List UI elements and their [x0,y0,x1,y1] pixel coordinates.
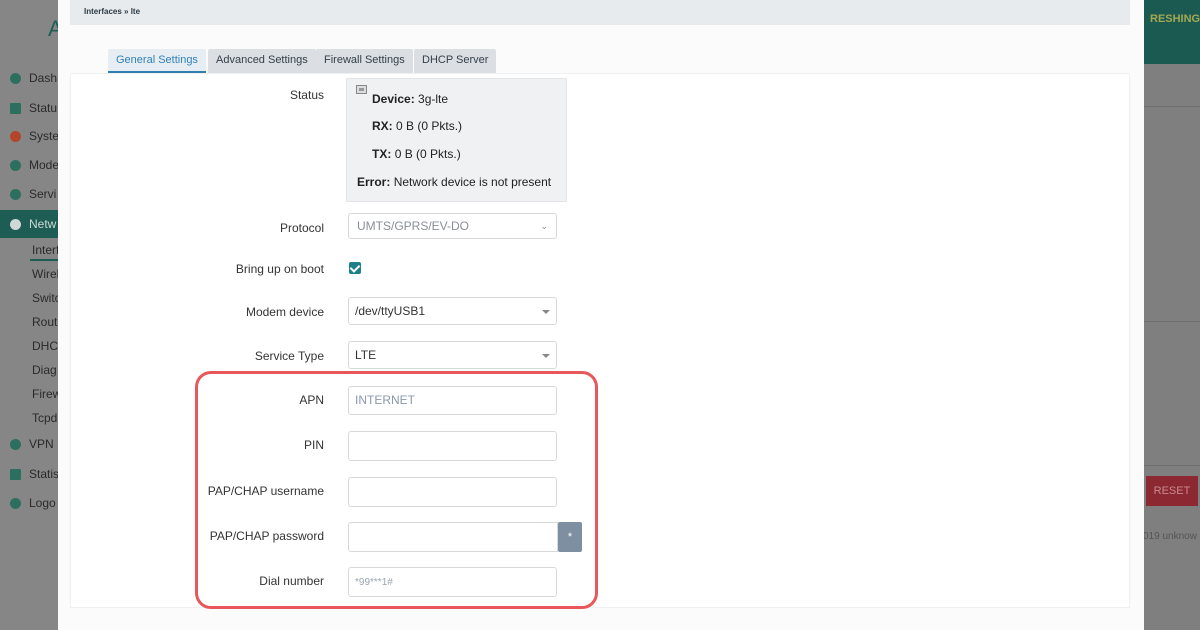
service-type-select[interactable]: LTE [348,341,557,369]
background-nav-services: Servi [10,187,56,201]
username-input[interactable] [348,477,557,507]
background-divider [1144,106,1200,107]
status-device: Device: 3g-lte [372,92,449,106]
background-nav-network: Netw [10,217,56,231]
background-nav-status: Statu [10,101,57,115]
background-nav-logout: Logo [10,496,56,510]
status-error: Error: Network device is not present [357,175,552,189]
dial-number-placeholder: *99***1# [355,577,393,588]
interface-edit-modal: Interfaces » lte General Settings Advanc… [58,0,1144,630]
background-refresh-label: RESHING [1150,13,1200,25]
network-device-icon [356,85,367,94]
background-subnav-wireless: Wirel [32,267,60,281]
modem-device-select[interactable]: /dev/ttyUSB1 [348,297,557,325]
password-label: PAP/CHAP password [209,529,324,543]
background-reset-button: RESET [1146,476,1198,506]
username-label: PAP/CHAP username [207,484,324,498]
status-rx: RX: 0 B (0 Pkts.) [372,119,463,133]
tab-dhcp-server[interactable]: DHCP Server [414,49,497,73]
background-subnav-switch: Switc [32,291,61,305]
background-subnav-diagnostics: Diag [32,363,57,377]
dial-number-input[interactable]: *99***1# [348,567,557,597]
background-subnav-underline [30,259,58,261]
status-tx: TX: 0 B (0 Pkts.) [372,147,461,161]
settings-panel [70,73,1130,608]
tab-general-settings[interactable]: General Settings [108,49,206,73]
protocol-label: Protocol [279,221,324,235]
breadcrumb: Interfaces » lte [84,7,141,16]
dropdown-arrow-icon [542,354,550,358]
background-nav-vpn: VPN [10,437,54,451]
chevron-down-icon: ⌄ [540,221,548,231]
apn-placeholder: INTERNET [355,393,415,407]
background-nav-modem: Mode [10,158,59,172]
background-nav-dashboard: Dash [10,71,57,85]
modal-header: Interfaces » lte [70,0,1130,25]
service-label: Service Type [254,349,324,363]
protocol-value: UMTS/GPRS/EV-DO [357,219,470,233]
background-subnav-routes: Rout [32,315,58,329]
status-box: Device: 3g-lte RX: 0 B (0 Pkts.) TX: 0 B… [346,78,567,202]
status-label: Status [289,88,324,102]
background-right-header [1144,0,1200,64]
boot-checkbox[interactable] [349,262,361,274]
background-subnav-firewall: Firew [32,387,62,401]
background-copyright: 019 unknow [1143,531,1197,542]
modem-device-value: /dev/ttyUSB1 [355,304,426,318]
background-subnav-dhcp: DHC [32,339,58,353]
background-subnav-interfaces: Interf [32,243,60,257]
background-divider [1144,321,1200,322]
service-type-value: LTE [355,348,377,362]
background-subnav-tcpdump: Tcpd [32,411,58,425]
dial-label: Dial number [259,574,324,588]
pin-label: PIN [303,438,324,452]
background-nav-statistics: Statis [10,467,59,481]
background-divider [1144,465,1200,466]
protocol-select[interactable]: UMTS/GPRS/EV-DO ⌄ [348,213,557,239]
apn-label: APN [299,393,324,407]
tab-firewall-settings[interactable]: Firewall Settings [316,49,413,73]
dropdown-arrow-icon [542,310,550,314]
pin-input[interactable] [348,431,557,461]
password-reveal-button[interactable]: * [558,522,582,552]
background-nav-system: Syste [10,129,59,143]
boot-label: Bring up on boot [235,262,324,276]
tab-advanced-settings[interactable]: Advanced Settings [208,49,316,73]
modem-label: Modem device [245,305,324,319]
apn-input[interactable]: INTERNET [348,386,557,415]
password-input[interactable] [348,522,558,552]
